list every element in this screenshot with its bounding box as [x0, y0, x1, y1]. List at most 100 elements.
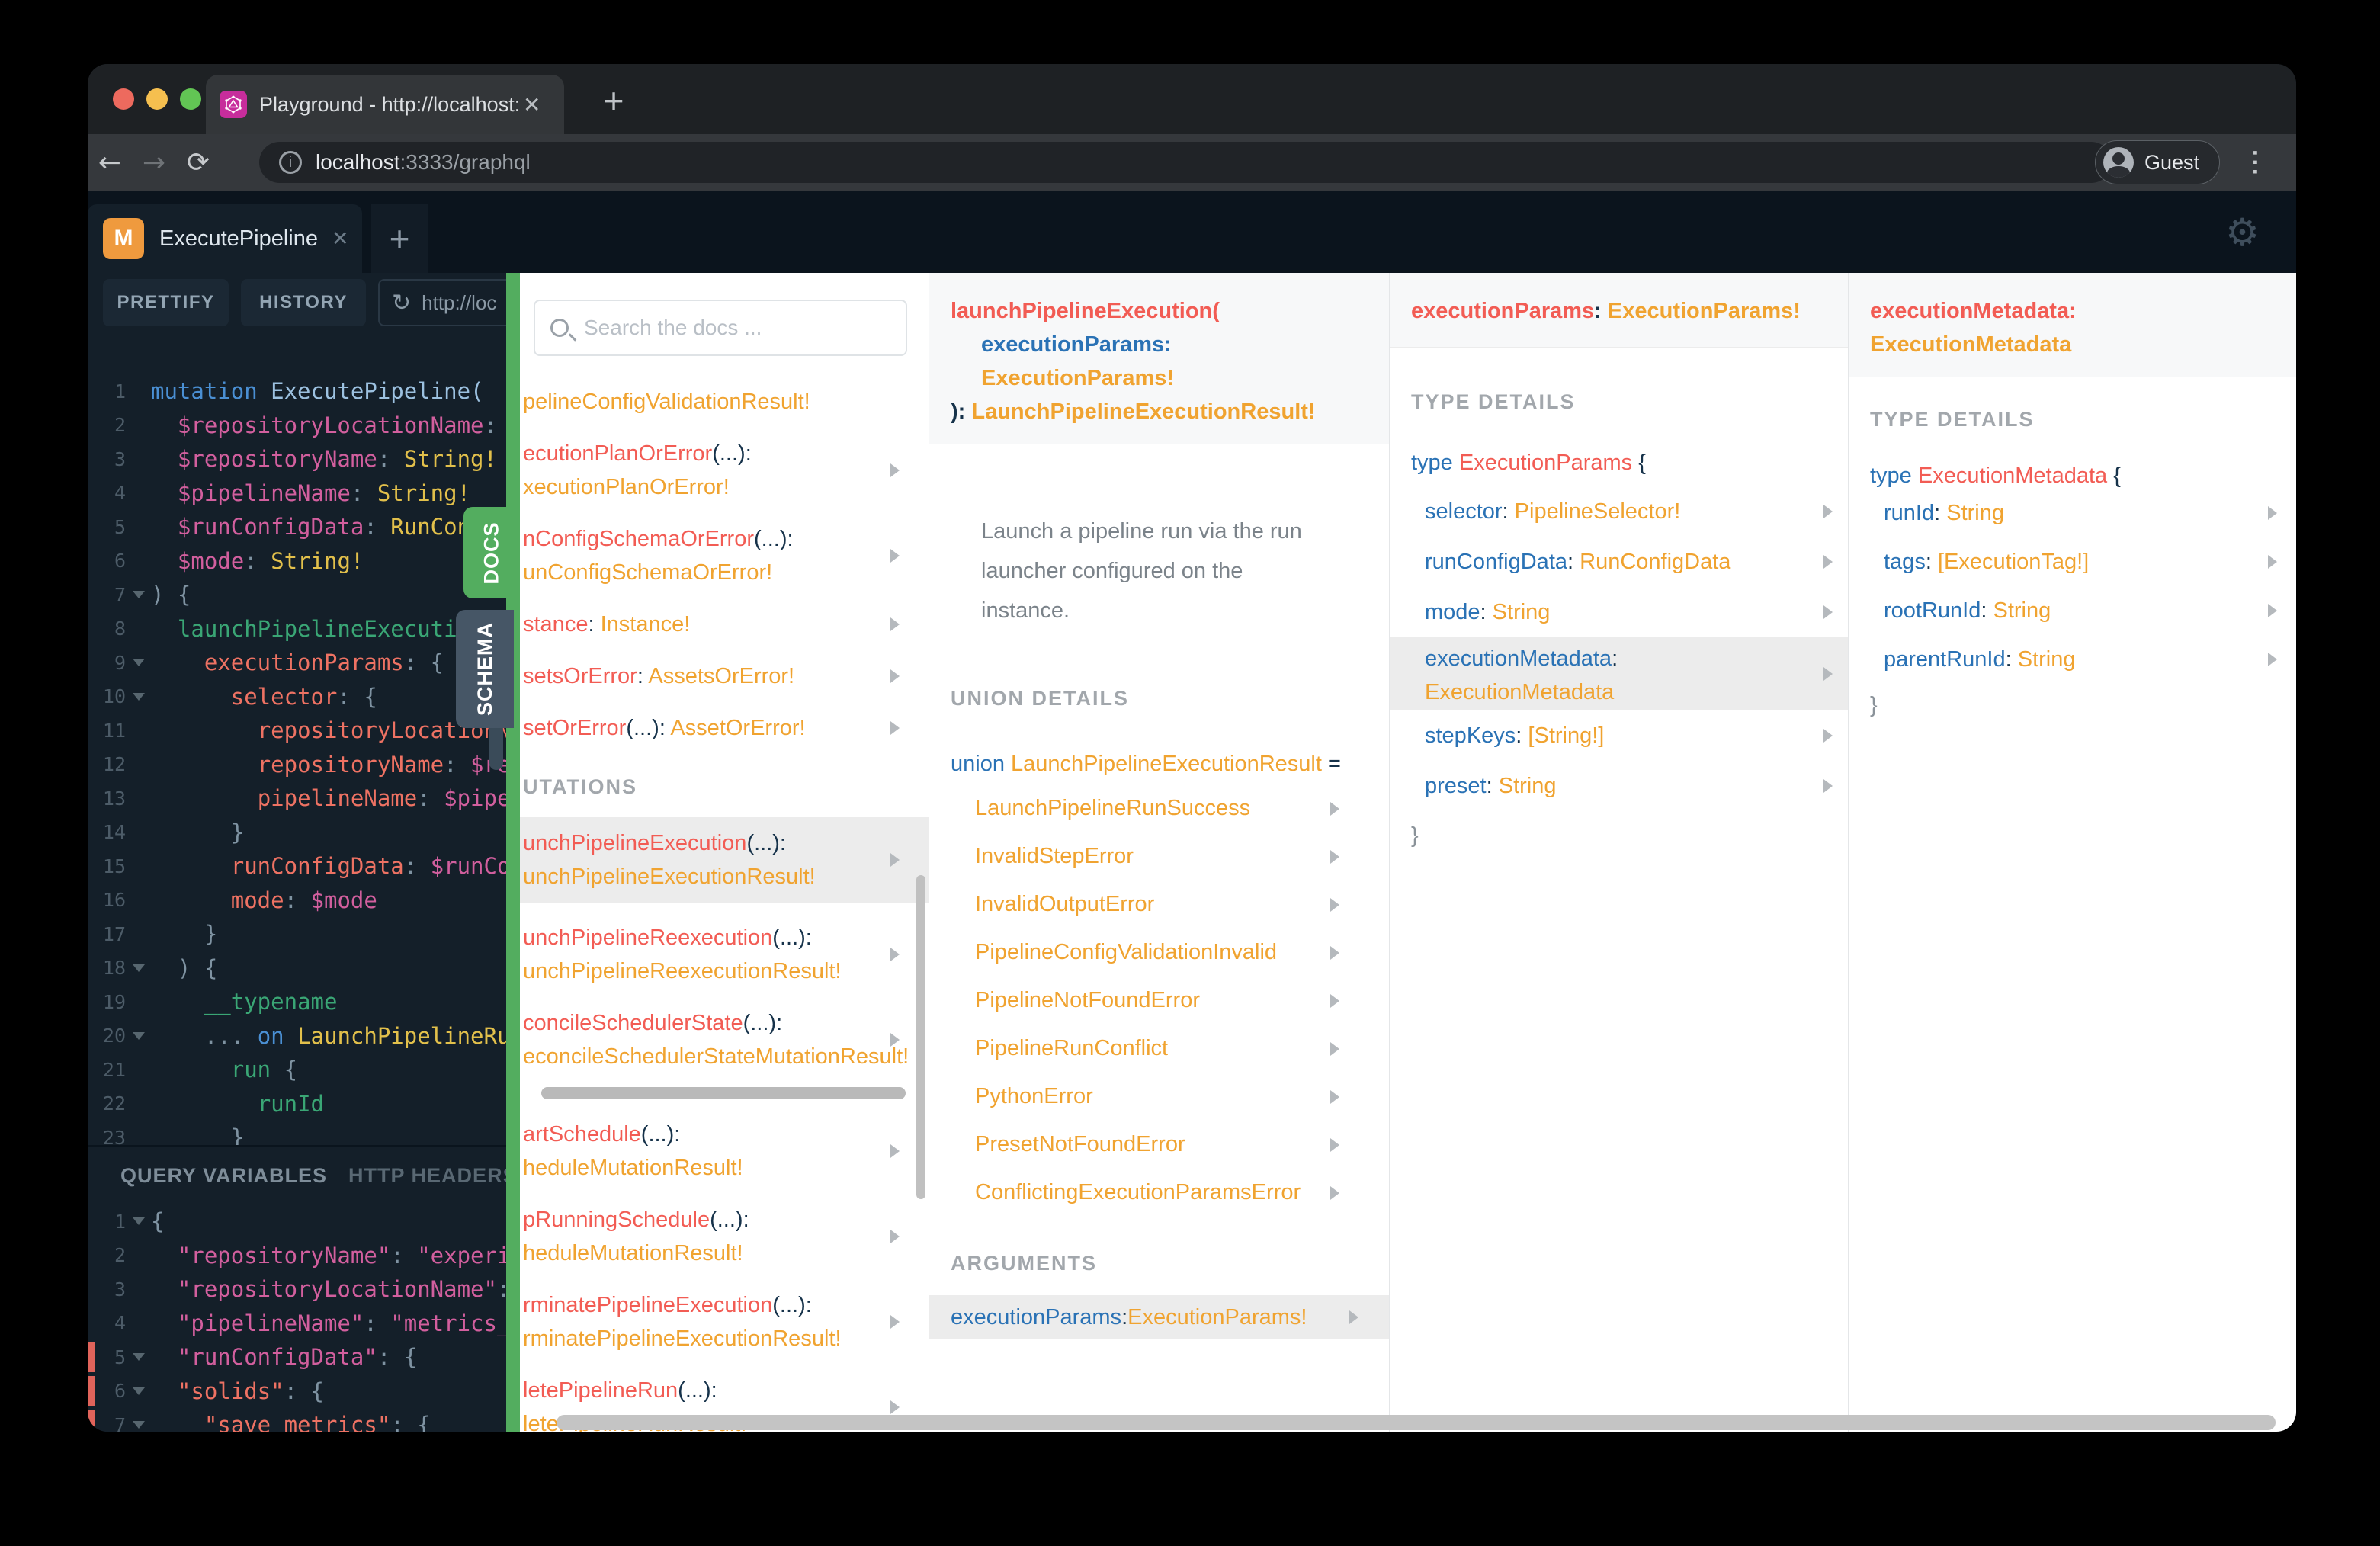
type-field-row[interactable]: mode: String [1390, 587, 1848, 637]
expand-arrow-icon[interactable] [890, 1400, 900, 1414]
expand-arrow-icon[interactable] [1823, 555, 1833, 569]
fold-arrow-icon[interactable] [132, 1031, 145, 1040]
expand-arrow-icon[interactable] [890, 948, 900, 961]
endpoint-reload-icon[interactable]: ↻ [392, 290, 411, 316]
type-field-row[interactable]: runConfigData: RunConfigData [1390, 537, 1848, 587]
type-field-row[interactable]: executionMetadata: ExecutionMetadata [1390, 637, 1848, 710]
expand-arrow-icon[interactable] [1330, 945, 1339, 960]
minimize-window-button[interactable] [146, 88, 168, 110]
playground-tab[interactable]: M ExecutePipeline ✕ [88, 204, 362, 273]
expand-arrow-icon[interactable] [890, 1230, 900, 1243]
expand-arrow-icon[interactable] [1330, 849, 1339, 864]
expand-arrow-icon[interactable] [890, 549, 900, 563]
expand-arrow-icon[interactable] [1330, 1041, 1339, 1056]
union-member[interactable]: InvalidStepError [929, 832, 1389, 880]
type-field-row[interactable]: runId: String [1849, 489, 2296, 537]
browser-tab-close-icon[interactable]: ✕ [523, 92, 540, 117]
new-playground-tab-button[interactable]: + [371, 204, 428, 273]
docs-field-item[interactable]: unchPipelineExecution(...): unchPipelineE… [520, 817, 929, 903]
fold-arrow-icon[interactable] [132, 1421, 145, 1429]
union-member[interactable]: InvalidOutputError [929, 880, 1389, 929]
browser-menu-icon[interactable]: ⋮ [2241, 146, 2269, 178]
expand-arrow-icon[interactable] [1330, 1089, 1339, 1104]
docs-field-item[interactable]: artSchedule(...): heduleMutationResult! [520, 1118, 929, 1185]
docs-horizontal-scrollbar[interactable] [557, 1415, 2276, 1430]
expand-arrow-icon[interactable] [890, 669, 900, 683]
docs-search-box[interactable] [534, 300, 907, 356]
type-field-row[interactable]: selector: PipelineSelector! [1390, 486, 1848, 537]
editor-vertical-scrollbar[interactable] [489, 723, 503, 770]
expand-arrow-icon[interactable] [890, 1315, 900, 1329]
union-member[interactable]: PipelineNotFoundError [929, 977, 1389, 1025]
expand-arrow-icon[interactable] [1823, 605, 1833, 619]
docs-field-item[interactable]: unchPipelineReexecution(...): unchPipelin… [520, 921, 929, 988]
expand-arrow-icon[interactable] [1823, 505, 1833, 518]
docs-field-item[interactable]: nConfigSchemaOrError(...): unConfigSchema… [520, 522, 929, 589]
new-browser-tab-button[interactable]: + [592, 79, 635, 122]
endpoint-input[interactable]: ↻ http://loc [378, 279, 506, 326]
type-field-row[interactable]: stepKeys: [String!] [1390, 710, 1848, 761]
back-icon[interactable]: ← [88, 147, 132, 178]
docs-field-item[interactable]: setsOrError: AssetsOrError! [520, 659, 929, 693]
fold-arrow-icon[interactable] [132, 1353, 145, 1362]
docs-field-item[interactable]: concileSchedulerState(...): econcileSched… [520, 1006, 929, 1073]
union-member[interactable]: ConflictingExecutionParamsError [929, 1169, 1389, 1217]
fold-arrow-icon[interactable] [132, 659, 145, 667]
expand-arrow-icon[interactable] [1823, 779, 1833, 793]
reload-icon[interactable]: ⟳ [176, 147, 220, 178]
type-field-row[interactable]: preset: String [1390, 761, 1848, 811]
browser-tab[interactable]: Playground - http://localhost:3 ✕ [206, 75, 564, 134]
tab-http-headers[interactable]: HTTP HEADERS [348, 1164, 506, 1188]
query-editor-pane[interactable]: PRETTIFY HISTORY ↻ http://loc 1 mutation … [88, 273, 506, 1432]
type-field-row[interactable]: tags: [ExecutionTag!] [1849, 537, 2296, 586]
fold-arrow-icon[interactable] [132, 1217, 145, 1226]
tab-query-variables[interactable]: QUERY VARIABLES [120, 1164, 327, 1188]
union-member[interactable]: LaunchPipelineRunSuccess [929, 784, 1389, 832]
docs-field-item[interactable]: stance: Instance! [520, 608, 929, 641]
union-member[interactable]: PipelineConfigValidationInvalid [929, 929, 1389, 977]
fold-arrow-icon[interactable] [132, 692, 145, 701]
expand-arrow-icon[interactable] [890, 463, 900, 477]
docs-field-item[interactable]: rminatePipelineExecution(...): rminatePip… [520, 1288, 929, 1355]
expand-arrow-icon[interactable] [890, 1144, 900, 1158]
type-field-row[interactable]: parentRunId: String [1849, 635, 2296, 684]
fold-arrow-icon[interactable] [132, 591, 145, 599]
union-member[interactable]: PythonError [929, 1073, 1389, 1121]
docs-divider-strip[interactable] [506, 273, 520, 1432]
maximize-window-button[interactable] [180, 88, 201, 110]
union-member[interactable]: PresetNotFoundError [929, 1121, 1389, 1169]
union-member[interactable]: PipelineRunConflict [929, 1025, 1389, 1073]
docs-field-item[interactable]: setOrError(...): AssetOrError! [520, 711, 929, 745]
expand-arrow-icon[interactable] [890, 617, 900, 631]
expand-arrow-icon[interactable] [2268, 653, 2277, 666]
expand-arrow-icon[interactable] [890, 1033, 900, 1047]
search-input[interactable] [582, 315, 890, 341]
expand-arrow-icon[interactable] [1330, 801, 1339, 816]
type-field-row[interactable]: rootRunId: String [1849, 586, 2296, 635]
docs-column-scrollbar[interactable] [916, 875, 925, 1199]
expand-arrow-icon[interactable] [890, 721, 900, 735]
profile-button[interactable]: Guest [2094, 140, 2220, 184]
settings-gear-icon[interactable]: ⚙ [2225, 210, 2260, 255]
argument-row[interactable]: executionParams: ExecutionParams! [929, 1295, 1389, 1339]
forward-icon[interactable]: → [132, 147, 176, 178]
history-button[interactable]: HISTORY [241, 279, 366, 326]
docs-field-item[interactable]: pRunningSchedule(...): heduleMutationResu… [520, 1203, 929, 1270]
playground-tab-close-icon[interactable]: ✕ [332, 227, 349, 251]
query-variables-editor[interactable]: 1{2 "repositoryName": "experimental_repo… [88, 1204, 506, 1432]
close-window-button[interactable] [113, 88, 134, 110]
prettify-button[interactable]: PRETTIFY [103, 279, 229, 326]
docs-field-item[interactable]: ecutionPlanOrError(...): xecutionPlanOrEr… [520, 437, 929, 504]
expand-arrow-icon[interactable] [1330, 1137, 1339, 1152]
address-bar[interactable]: i localhost:3333/graphql [259, 142, 2112, 183]
expand-arrow-icon[interactable] [1823, 667, 1833, 681]
site-info-icon[interactable]: i [279, 151, 302, 174]
docs-side-tab[interactable]: DOCS [463, 507, 520, 598]
docs-field-item[interactable]: pelineConfigValidationResult! [520, 385, 929, 419]
docs-list-horizontal-scrollbar[interactable] [541, 1087, 906, 1099]
schema-side-tab[interactable]: SCHEMA [456, 610, 514, 728]
fold-arrow-icon[interactable] [132, 1387, 145, 1395]
query-editor-code[interactable]: 1 mutation ExecutePipeline(2 $repositoryL… [88, 374, 506, 1155]
expand-arrow-icon[interactable] [2268, 506, 2277, 520]
expand-arrow-icon[interactable] [1823, 729, 1833, 743]
